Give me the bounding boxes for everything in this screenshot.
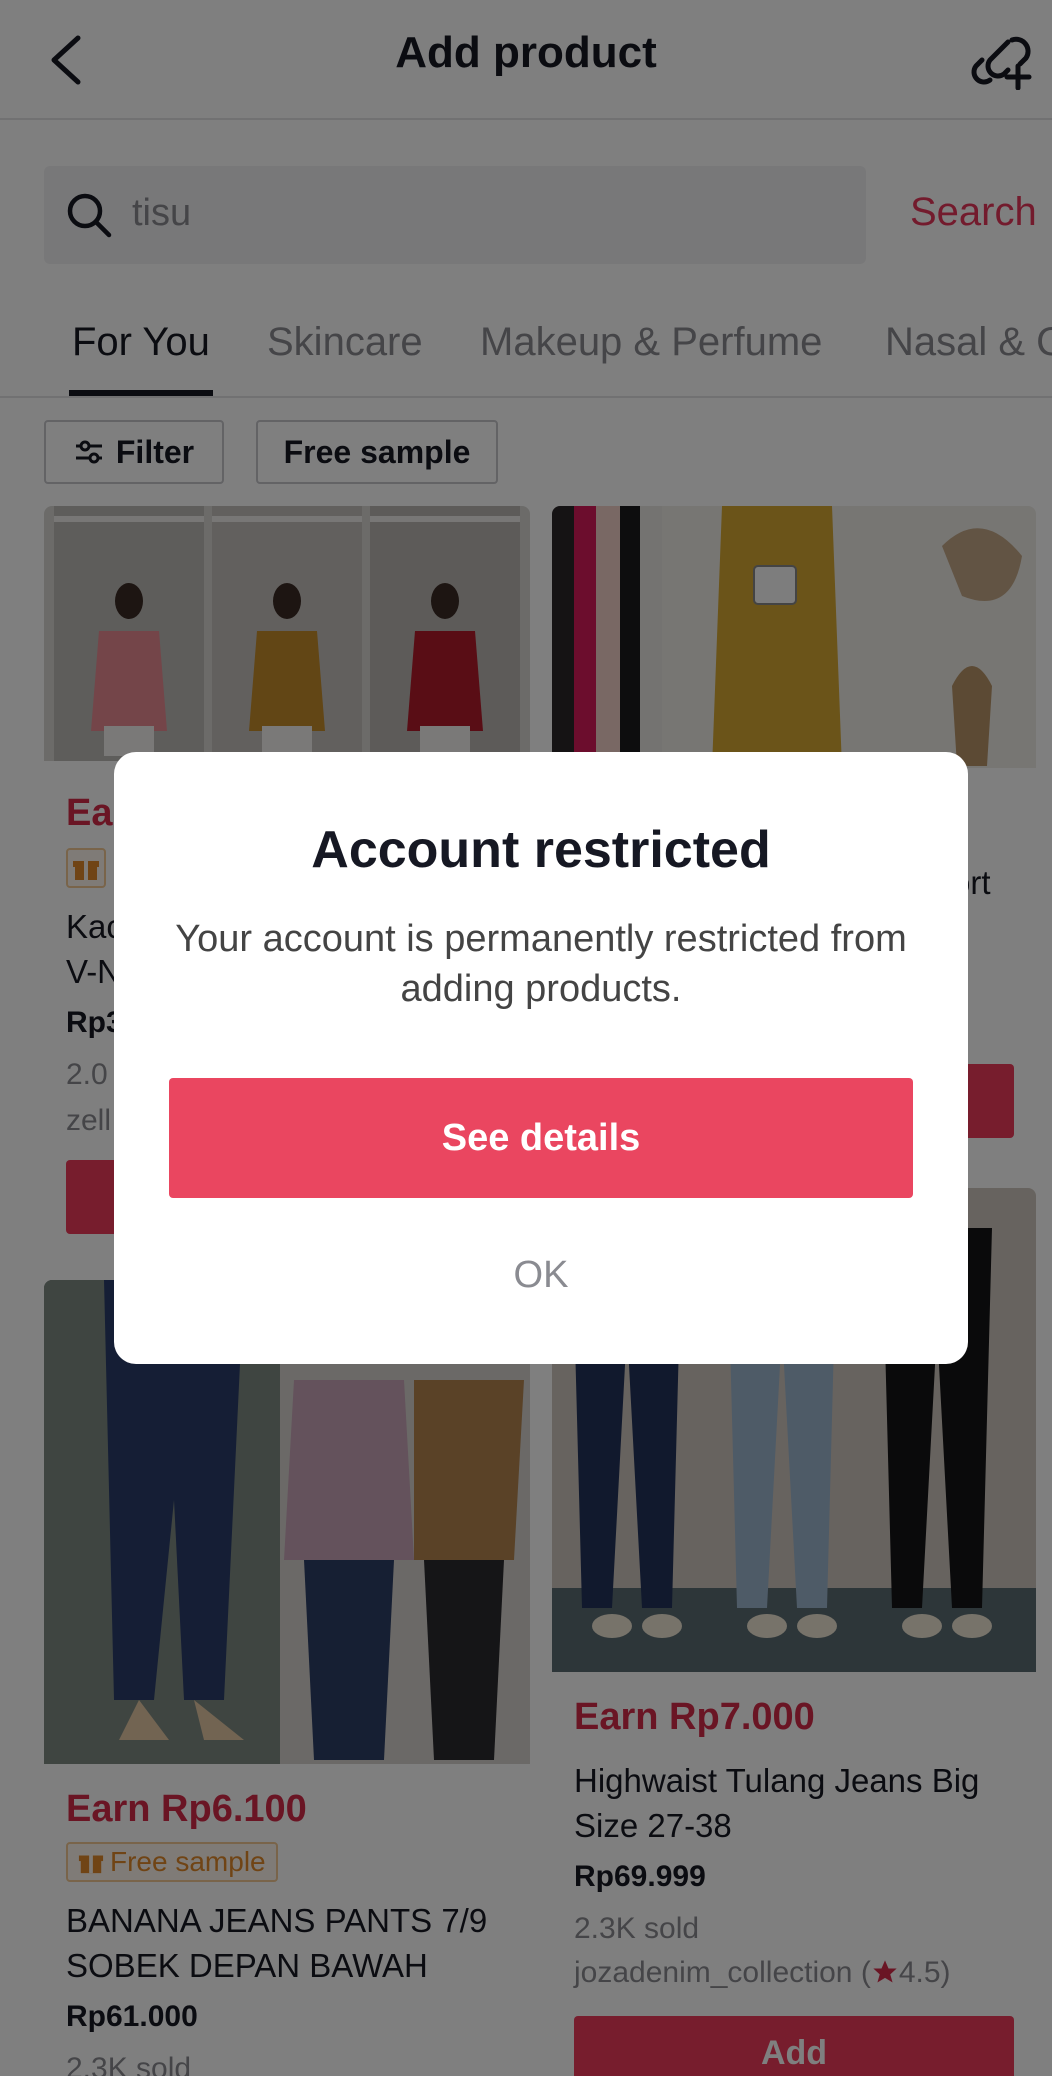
- dialog-title: Account restricted: [311, 821, 771, 879]
- ok-button[interactable]: OK: [114, 1254, 968, 1297]
- see-details-button[interactable]: See details: [169, 1078, 913, 1198]
- dialog-message: Your account is permanently restricted f…: [175, 918, 907, 1010]
- account-restricted-dialog: Account restricted Your account is perma…: [114, 752, 968, 1364]
